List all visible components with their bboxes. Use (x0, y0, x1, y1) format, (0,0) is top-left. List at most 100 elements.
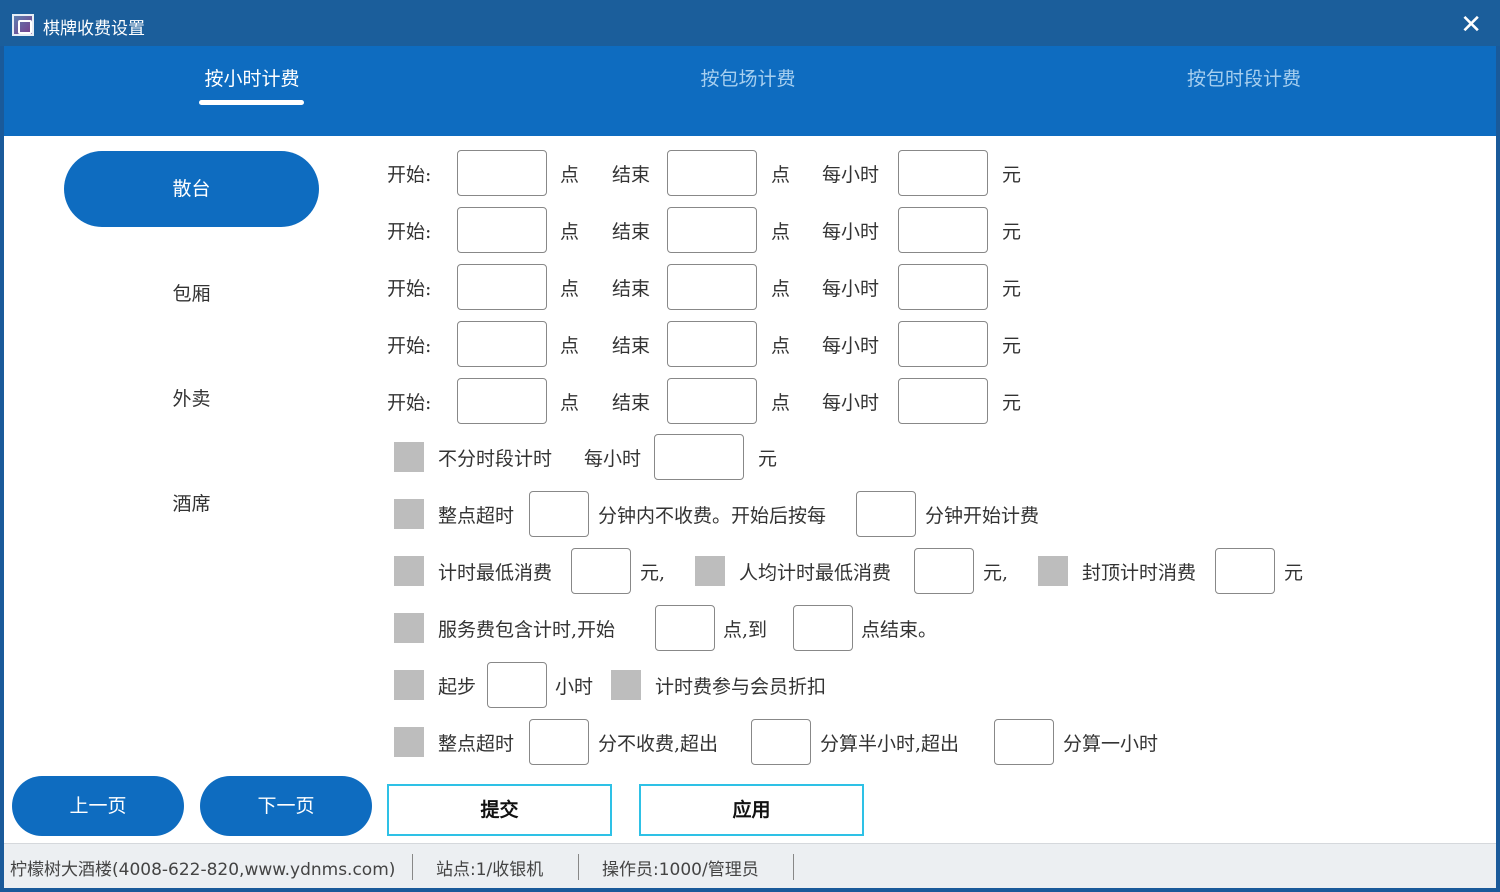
cap-checkbox[interactable] (1038, 556, 1068, 586)
sidebar-item-baoXiang[interactable]: 包厢 (64, 256, 319, 332)
end-hour-unit: 点 (771, 221, 791, 243)
status-divider (412, 854, 413, 880)
tab-bar: 按小时计费 按包场计费 按包时段计费 (4, 46, 1496, 136)
no-period-price-input[interactable] (654, 434, 744, 480)
status-bar: 柠檬树大酒楼(4008-622-820,www.ydnms.com) 站点:1/… (4, 843, 1496, 888)
per-hour-label: 每小时 (822, 221, 880, 243)
rounding-full-input[interactable] (994, 719, 1054, 765)
sidebar-item-waiMai[interactable]: 外卖 (64, 361, 319, 437)
apply-button[interactable]: 应用 (639, 784, 864, 836)
start-hour-input[interactable] (457, 321, 547, 367)
tab-hourly[interactable]: 按小时计费 (152, 64, 352, 91)
service-fee-checkbox[interactable] (394, 613, 424, 643)
status-divider (578, 854, 579, 880)
cap-unit: 元 (1284, 562, 1304, 584)
hourly-price-input[interactable] (898, 207, 988, 253)
per-person-min-input[interactable] (914, 548, 974, 594)
window-title: 棋牌收费设置 (43, 19, 145, 39)
tab-package[interactable]: 按包场计费 (648, 64, 848, 91)
no-period-label: 不分时段计时 (438, 448, 553, 470)
per-hour-label: 每小时 (822, 278, 880, 300)
start-step-label: 起步 (438, 676, 477, 698)
per-hour-label: 每小时 (822, 335, 880, 357)
end-hour-unit: 点 (771, 278, 791, 300)
close-button[interactable]: ✕ (1460, 10, 1482, 40)
service-start-input[interactable] (655, 605, 715, 651)
end-hour-input[interactable] (667, 378, 757, 424)
rounding-end-label: 分算一小时 (1063, 733, 1159, 755)
start-label: 开始: (387, 221, 432, 243)
start-hour-unit: 点 (560, 335, 580, 357)
per-person-min-label: 人均计时最低消费 (739, 562, 892, 584)
price-unit: 元 (1002, 335, 1022, 357)
member-discount-checkbox[interactable] (611, 670, 641, 700)
rounding-free-input[interactable] (529, 719, 589, 765)
tab-period-package[interactable]: 按包时段计费 (1144, 64, 1344, 91)
end-label: 结束 (612, 392, 651, 414)
cap-label: 封顶计时消费 (1082, 562, 1197, 584)
start-label: 开始: (387, 392, 432, 414)
min-charge-input[interactable] (571, 548, 631, 594)
dialog-body: 按小时计费 按包场计费 按包时段计费 散台 包厢 外卖 酒席 开始: 点结束点每小… (4, 46, 1496, 888)
hourly-price-input[interactable] (898, 264, 988, 310)
next-page-button[interactable]: 下一页 (200, 776, 372, 836)
min-charge-checkbox[interactable] (394, 556, 424, 586)
rounding-checkbox[interactable] (394, 727, 424, 757)
cap-input[interactable] (1215, 548, 1275, 594)
whole-hour-checkbox[interactable] (394, 499, 424, 529)
start-hour-input[interactable] (457, 207, 547, 253)
price-unit: 元 (1002, 392, 1022, 414)
per-person-min-unit: 元, (983, 562, 1009, 584)
rounding-half-input[interactable] (751, 719, 811, 765)
per-person-min-checkbox[interactable] (695, 556, 725, 586)
sidebar-item-sanTai[interactable]: 散台 (64, 151, 319, 227)
per-hour-label: 每小时 (822, 164, 880, 186)
rounding-label: 整点超时 (438, 733, 515, 755)
end-hour-input[interactable] (667, 150, 757, 196)
end-hour-unit: 点 (771, 164, 791, 186)
prev-page-button[interactable]: 上一页 (12, 776, 184, 836)
hourly-price-input[interactable] (898, 150, 988, 196)
start-step-checkbox[interactable] (394, 670, 424, 700)
whole-hour-mid-label: 分钟内不收费。开始后按每 (598, 505, 827, 527)
free-minutes-input[interactable] (529, 491, 589, 537)
status-company: 柠檬树大酒楼(4008-622-820,www.ydnms.com) (10, 860, 396, 880)
start-hour-input[interactable] (457, 378, 547, 424)
end-hour-input[interactable] (667, 207, 757, 253)
submit-button[interactable]: 提交 (387, 784, 612, 836)
start-hour-unit: 点 (560, 278, 580, 300)
start-label: 开始: (387, 278, 432, 300)
price-unit: 元 (1002, 278, 1022, 300)
price-unit: 元 (1002, 164, 1022, 186)
billing-interval-input[interactable] (856, 491, 916, 537)
hourly-price-input[interactable] (898, 321, 988, 367)
per-hour-label: 每小时 (822, 392, 880, 414)
end-hour-input[interactable] (667, 264, 757, 310)
rounding-mid2-label: 分算半小时,超出 (820, 733, 960, 755)
service-end-input[interactable] (793, 605, 853, 651)
start-hour-input[interactable] (457, 150, 547, 196)
price-unit: 元 (1002, 221, 1022, 243)
end-label: 结束 (612, 221, 651, 243)
whole-hour-end-label: 分钟开始计费 (925, 505, 1040, 527)
member-discount-label: 计时费参与会员折扣 (655, 676, 827, 698)
sidebar-item-jiuXi[interactable]: 酒席 (64, 466, 319, 542)
app-icon (12, 14, 34, 36)
title-bar: 棋牌收费设置 ✕ (0, 0, 1500, 46)
status-operator: 操作员:1000/管理员 (602, 860, 759, 880)
start-hour-input[interactable] (457, 264, 547, 310)
start-hour-unit: 点 (560, 164, 580, 186)
end-hour-input[interactable] (667, 321, 757, 367)
service-fee-label: 服务费包含计时,开始 (438, 619, 616, 641)
start-hour-unit: 点 (560, 392, 580, 414)
min-charge-unit: 元, (640, 562, 666, 584)
start-label: 开始: (387, 335, 432, 357)
start-step-input[interactable] (487, 662, 547, 708)
end-label: 结束 (612, 278, 651, 300)
min-charge-label: 计时最低消费 (438, 562, 553, 584)
no-period-checkbox[interactable] (394, 442, 424, 472)
rounding-mid1-label: 分不收费,超出 (598, 733, 719, 755)
whole-hour-label: 整点超时 (438, 505, 515, 527)
service-mid-label: 点,到 (723, 619, 768, 641)
hourly-price-input[interactable] (898, 378, 988, 424)
